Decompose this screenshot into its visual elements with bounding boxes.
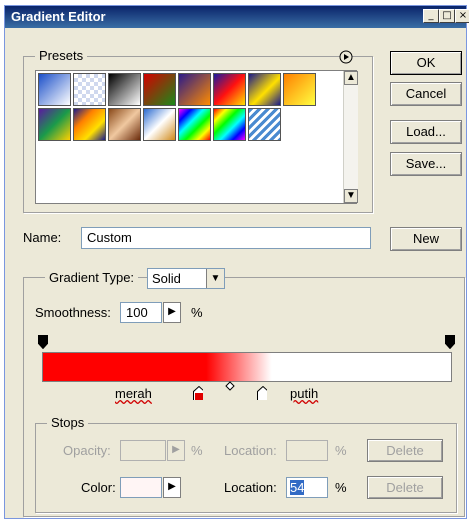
preset-swatch-list (35, 70, 357, 204)
close-button[interactable]: × (455, 9, 469, 23)
color-stop-red-icon[interactable] (193, 386, 203, 400)
load-button[interactable]: Load... (390, 120, 462, 144)
stops-label: Stops (47, 415, 89, 430)
preset-swatch-14[interactable] (213, 108, 246, 141)
save-button[interactable]: Save... (390, 152, 462, 176)
opacity-unit: % (191, 443, 203, 458)
opacity-location-label: Location: (224, 443, 277, 458)
scroll-down-icon[interactable]: ▼ (344, 189, 358, 203)
color-label: Color: (81, 480, 116, 495)
preset-swatch-4[interactable] (143, 73, 176, 106)
gradient-editor-window: Gradient Editor _ □ × Presets ▲ ▼ OK Can… (4, 5, 469, 519)
preset-swatch-10[interactable] (73, 108, 106, 141)
opacity-arrow-icon[interactable]: ▶ (167, 440, 185, 461)
smoothness-arrow-icon[interactable]: ▶ (163, 302, 181, 323)
gradient-type-label: Gradient Type: (45, 270, 139, 285)
midpoint-diamond-icon[interactable] (225, 381, 235, 395)
minimize-button[interactable]: _ (423, 9, 439, 23)
name-input[interactable]: Custom (81, 227, 371, 249)
color-delete-button[interactable]: Delete (367, 476, 443, 499)
gradient-type-select[interactable]: Solid ▼ (147, 268, 225, 289)
color-stop-white-icon[interactable] (257, 386, 267, 400)
preset-swatch-5[interactable] (178, 73, 211, 106)
preset-swatch-8[interactable] (283, 73, 316, 106)
name-label: Name: (23, 230, 62, 245)
color-location-input[interactable]: 54 (286, 477, 328, 498)
opacity-delete-button[interactable]: Delete (367, 439, 443, 462)
opacity-location-input[interactable] (286, 440, 328, 461)
preset-swatch-13[interactable] (178, 108, 211, 141)
color-location-value: 54 (290, 480, 305, 495)
presets-menu-icon[interactable] (339, 50, 353, 64)
stops-group (35, 423, 457, 513)
presets-label: Presets (35, 48, 88, 63)
opacity-stop-left-icon[interactable] (38, 335, 48, 349)
preset-swatch-11[interactable] (108, 108, 141, 141)
opacity-stop-right-icon[interactable] (445, 335, 455, 349)
color-location-unit: % (335, 480, 347, 495)
preset-swatch-15[interactable] (248, 108, 281, 141)
preset-swatch-1[interactable] (38, 73, 71, 106)
presets-scrollbar[interactable]: ▲ ▼ (343, 71, 358, 203)
preset-swatch-12[interactable] (143, 108, 176, 141)
opacity-input[interactable] (120, 440, 166, 461)
title-bar: Gradient Editor _ □ × (5, 6, 469, 28)
annotation-putih: putih (290, 386, 319, 401)
opacity-location-unit: % (335, 443, 347, 458)
gradient-type-value: Solid (152, 271, 181, 286)
gradient-bar[interactable] (42, 352, 452, 382)
preset-swatch-9[interactable] (38, 108, 71, 141)
window-title: Gradient Editor (11, 9, 106, 24)
smoothness-percent: % (191, 305, 203, 320)
preset-swatch-7[interactable] (248, 73, 281, 106)
annotation-merah: merah (115, 386, 152, 401)
color-location-label: Location: (224, 480, 277, 495)
ok-button[interactable]: OK (390, 51, 462, 75)
scroll-up-icon[interactable]: ▲ (344, 71, 358, 85)
maximize-button[interactable]: □ (439, 9, 455, 23)
preset-swatch-3[interactable] (108, 73, 141, 106)
opacity-label: Opacity: (63, 443, 111, 458)
chevron-down-icon[interactable]: ▼ (206, 269, 224, 288)
preset-swatch-6[interactable] (213, 73, 246, 106)
color-swatch[interactable] (120, 477, 162, 498)
smoothness-label: Smoothness: (35, 305, 111, 320)
color-arrow-icon[interactable]: ▶ (163, 477, 181, 498)
new-button[interactable]: New (390, 227, 462, 251)
smoothness-input[interactable]: 100 (120, 302, 162, 323)
preset-swatch-2[interactable] (73, 73, 106, 106)
cancel-button[interactable]: Cancel (390, 82, 462, 106)
